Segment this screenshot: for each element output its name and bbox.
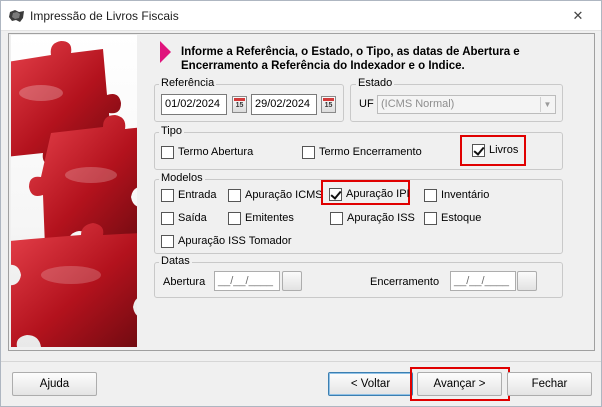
checkbox-box[interactable] bbox=[161, 211, 174, 225]
checkbox-inventario[interactable]: Inventário bbox=[424, 187, 489, 203]
voltar-button[interactable]: < Voltar bbox=[328, 372, 413, 396]
checkbox-label: Apuração ICMS bbox=[245, 189, 323, 201]
checkbox-apuracao-icms[interactable]: Apuração ICMS bbox=[228, 187, 323, 203]
checkbox-label: Apuração ISS Tomador bbox=[178, 235, 292, 247]
checkbox-box[interactable] bbox=[228, 188, 241, 202]
checkbox-box[interactable] bbox=[330, 211, 343, 225]
encerramento-date-input[interactable]: __/__/____ bbox=[450, 271, 516, 291]
avancar-highlight bbox=[410, 367, 510, 401]
encerramento-calendar-button[interactable] bbox=[517, 271, 537, 291]
checkbox-box[interactable] bbox=[161, 188, 174, 202]
checkbox-box[interactable] bbox=[161, 145, 174, 159]
abertura-date-input[interactable]: __/__/____ bbox=[214, 271, 280, 291]
checkbox-apuracao-iss[interactable]: Apuração ISS bbox=[330, 210, 415, 226]
checkbox-emitentes[interactable]: Emitentes bbox=[228, 210, 294, 226]
puzzle-image bbox=[11, 35, 137, 347]
modelos-legend: Modelos bbox=[159, 172, 205, 184]
title-bar: Impressão de Livros Fiscais ✕ bbox=[1, 1, 601, 31]
checkbox-label: Termo Abertura bbox=[178, 146, 254, 158]
checkbox-apuracao-iss-tomador[interactable]: Apuração ISS Tomador bbox=[161, 233, 292, 249]
checkbox-box-checked[interactable] bbox=[472, 143, 485, 157]
checkbox-label: Termo Encerramento bbox=[319, 146, 422, 158]
info-arrow-icon bbox=[160, 41, 171, 63]
referencia-end-calendar-icon[interactable]: 15 bbox=[321, 96, 336, 113]
checkbox-label: Saída bbox=[178, 212, 207, 224]
footer-divider bbox=[1, 361, 601, 362]
datas-legend: Datas bbox=[159, 255, 192, 267]
fechar-button[interactable]: Fechar bbox=[507, 372, 592, 396]
checkbox-box-checked[interactable] bbox=[329, 187, 342, 201]
estado-legend: Estado bbox=[356, 77, 395, 89]
abertura-calendar-button[interactable] bbox=[282, 271, 302, 291]
checkbox-entrada[interactable]: Entrada bbox=[161, 187, 217, 203]
checkbox-box[interactable] bbox=[161, 234, 174, 248]
checkbox-box[interactable] bbox=[228, 211, 241, 225]
checkbox-label: Livros bbox=[489, 144, 519, 156]
checkbox-label: Entrada bbox=[178, 189, 217, 201]
checkbox-box[interactable] bbox=[302, 145, 315, 159]
abertura-label: Abertura bbox=[163, 276, 206, 288]
checkbox-termo-encerramento[interactable]: Termo Encerramento bbox=[302, 144, 422, 160]
instruction-text: Informe a Referência, o Estado, o Tipo, … bbox=[181, 46, 520, 72]
checkbox-saida[interactable]: Saída bbox=[161, 210, 207, 226]
dialog-window: Impressão de Livros Fiscais ✕ Informe a … bbox=[0, 0, 602, 407]
checkbox-apuracao-ipi[interactable]: Apuração IPI bbox=[329, 186, 410, 202]
ajuda-button[interactable]: Ajuda bbox=[12, 372, 97, 396]
checkbox-label: Estoque bbox=[441, 212, 482, 224]
uf-select[interactable]: (ICMS Normal) ▼ bbox=[377, 95, 556, 114]
referencia-start-date-input[interactable]: 01/02/2024 bbox=[161, 94, 227, 115]
encerramento-label: Encerramento bbox=[370, 276, 440, 288]
close-icon[interactable]: ✕ bbox=[567, 7, 589, 25]
checkbox-label: Apuração IPI bbox=[346, 188, 410, 200]
uf-label: UF bbox=[359, 98, 374, 110]
referencia-legend: Referência bbox=[159, 77, 217, 89]
chevron-down-icon[interactable]: ▼ bbox=[540, 97, 554, 112]
app-map-icon bbox=[9, 10, 24, 22]
checkbox-label: Apuração ISS bbox=[347, 212, 415, 224]
checkbox-termo-abertura[interactable]: Termo Abertura bbox=[161, 144, 253, 160]
window-title: Impressão de Livros Fiscais bbox=[30, 9, 179, 23]
checkbox-box[interactable] bbox=[424, 211, 437, 225]
checkbox-label: Emitentes bbox=[245, 212, 294, 224]
checkbox-box[interactable] bbox=[424, 188, 437, 202]
uf-select-value: (ICMS Normal) bbox=[381, 98, 455, 110]
tipo-legend: Tipo bbox=[159, 125, 184, 137]
checkbox-livros[interactable]: Livros bbox=[472, 142, 518, 158]
checkbox-estoque[interactable]: Estoque bbox=[424, 210, 481, 226]
checkbox-label: Inventário bbox=[441, 189, 490, 201]
referencia-start-calendar-icon[interactable]: 15 bbox=[232, 96, 247, 113]
referencia-end-date-input[interactable]: 29/02/2024 bbox=[251, 94, 317, 115]
